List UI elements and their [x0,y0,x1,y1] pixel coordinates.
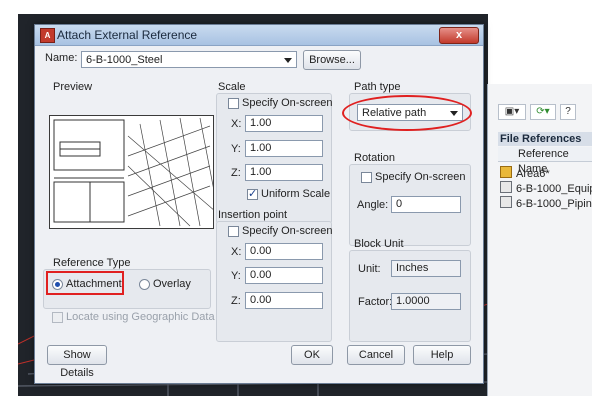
insertion-x-input[interactable]: 0.00 [245,243,323,260]
unit-value: Inches [391,260,461,277]
autocad-app-icon: A [40,28,55,43]
reference-name-column[interactable]: Reference Name [498,147,592,175]
scale-y-label: Y: [231,143,241,155]
dialog-title: Attach External Reference [57,28,198,42]
insertion-specify-onscreen-label: Specify On-screen [242,225,333,237]
help-icon[interactable]: ? [560,104,576,120]
unit-label: Unit: [358,263,381,275]
uniform-scale-checkbox[interactable] [247,187,258,200]
rotation-specify-onscreen-checkbox[interactable] [361,172,372,183]
insertion-specify-onscreen-checkbox[interactable] [228,226,239,237]
reference-type-label: Reference Type [53,257,131,269]
file-references-header: File References [498,132,592,146]
name-label: Name: [45,52,78,64]
rotation-label: Rotation [354,152,395,164]
dropdown-arrow-icon [284,58,292,63]
angle-label: Angle: [357,199,389,211]
insertion-x-label: X: [231,246,242,258]
overlay-label: Overlay [153,278,191,290]
path-type-label: Path type [354,81,401,93]
xref-drawing-icon [500,196,512,208]
preview-label: Preview [53,81,93,93]
list-item[interactable]: 6-B-1000_Equip [500,181,592,195]
external-references-palette: ▣▾ ⟳▾ ? File References Reference Name A… [487,84,592,396]
browse-button[interactable]: Browse... [303,50,361,70]
list-item[interactable]: 6-B-1000_Piping [500,196,592,210]
title-bar[interactable]: A Attach External Reference x [35,25,483,46]
scale-z-input[interactable]: 1.00 [245,164,323,181]
refresh-icon[interactable]: ⟳▾ [530,104,556,120]
cancel-button[interactable]: Cancel [347,345,405,365]
scale-label: Scale [218,81,246,93]
block-unit-label: Block Unit [354,238,404,250]
help-button[interactable]: Help [413,345,471,365]
insertion-y-input[interactable]: 0.00 [245,267,323,284]
insertion-z-label: Z: [231,295,241,307]
preview-drawing [50,116,213,228]
name-combobox[interactable]: 6-B-1000_Steel [81,51,297,68]
show-details-button[interactable]: Show Details [47,345,107,379]
factor-value: 1.0000 [391,293,461,310]
attach-dwg-icon[interactable]: ▣▾ [498,104,526,120]
list-item-label: 6-B-1000_Equip [516,183,592,195]
overlay-radio[interactable] [139,279,150,290]
list-item[interactable]: Area6* [500,166,550,180]
angle-input[interactable]: 0 [391,196,461,213]
insertion-y-label: Y: [231,270,241,282]
highlight-ellipse [342,95,472,131]
drawing-icon [500,166,512,178]
scale-specify-onscreen-label: Specify On-screen [242,97,333,109]
name-value: 6-B-1000_Steel [86,54,163,66]
list-item-label: Area6* [516,168,550,180]
rotation-specify-onscreen-label: Specify On-screen [375,171,466,183]
uniform-scale-label: Uniform Scale [261,188,331,200]
attach-xref-dialog: A Attach External Reference x Name: 6-B-… [34,24,484,384]
dialog-body: Name: 6-B-1000_Steel Browse... Preview S… [35,46,483,383]
insertion-point-label: Insertion point [218,209,288,221]
scale-x-label: X: [231,118,242,130]
close-button[interactable]: x [439,27,479,44]
factor-label: Factor: [358,296,393,308]
scale-x-input[interactable]: 1.00 [245,115,323,132]
ok-button[interactable]: OK [291,345,333,365]
preview-image [49,115,214,229]
scale-group [216,93,332,224]
geographic-data-checkbox[interactable] [52,312,63,323]
scale-y-input[interactable]: 1.00 [245,140,323,157]
insertion-z-input[interactable]: 0.00 [245,292,323,309]
geographic-data-label: Locate using Geographic Data [66,311,215,323]
highlight-rectangle [46,271,124,295]
xref-drawing-icon [500,181,512,193]
scale-z-label: Z: [231,167,241,179]
scale-specify-onscreen-checkbox[interactable] [228,98,239,109]
list-item-label: 6-B-1000_Piping [516,198,592,210]
